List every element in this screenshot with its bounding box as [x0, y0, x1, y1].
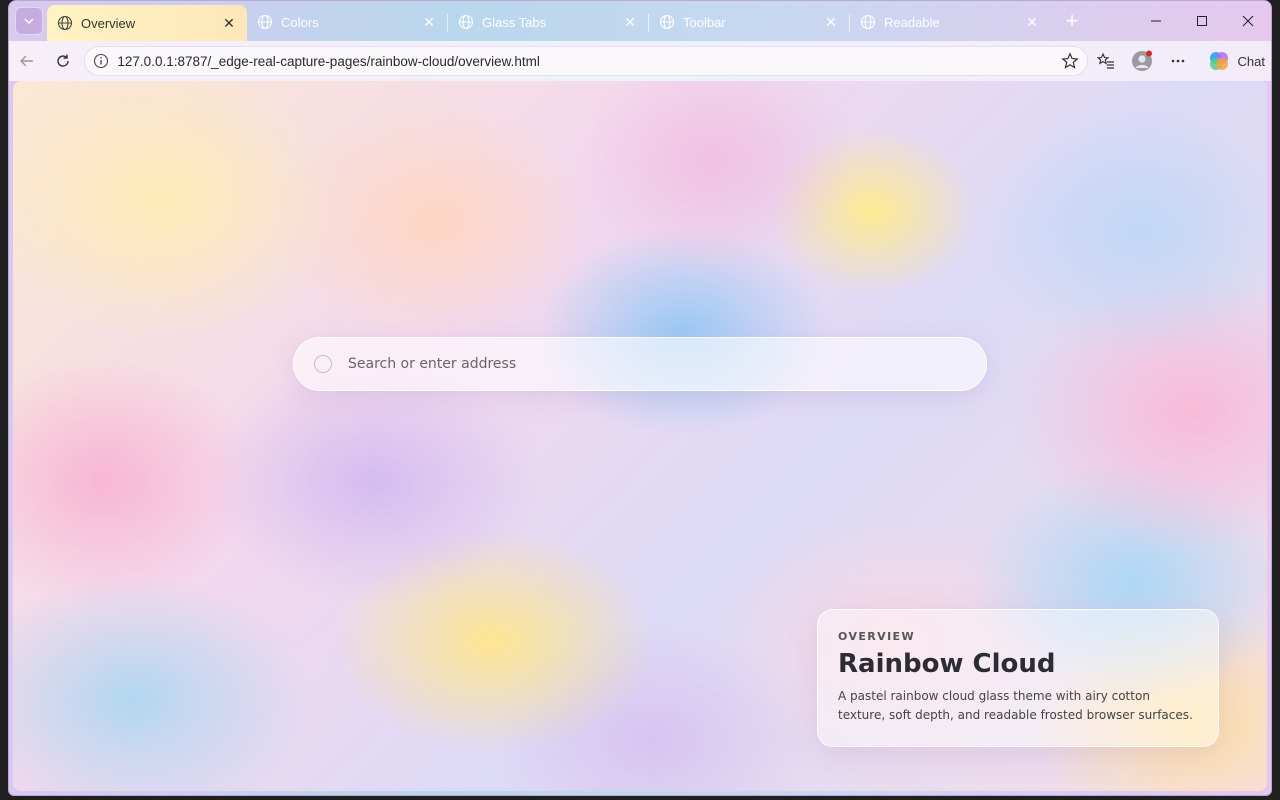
card-description: A pastel rainbow cloud glass theme with … [838, 689, 1193, 722]
globe-icon [860, 14, 876, 30]
tab-title: Readable [884, 14, 940, 30]
close-tab-icon[interactable]: ✕ [1024, 14, 1040, 30]
tab-title: Glass Tabs [482, 14, 547, 30]
close-tab-icon[interactable]: ✕ [823, 14, 839, 30]
tab-glass-tabs[interactable]: Glass Tabs ✕ [448, 5, 648, 39]
favorites-button[interactable] [1088, 45, 1124, 77]
card-title: Rainbow Cloud [838, 649, 1056, 679]
globe-icon [458, 14, 474, 30]
tab-strip: Overview ✕ Colors ✕ Glass Tabs ✕ Toolbar… [9, 1, 1271, 41]
desktop-background-left [0, 0, 8, 800]
minimize-icon [1151, 20, 1161, 22]
star-icon[interactable] [1061, 52, 1080, 70]
window-controls [1133, 1, 1271, 41]
globe-icon [257, 14, 273, 30]
browser-window: Overview ✕ Colors ✕ Glass Tabs ✕ Toolbar… [8, 0, 1272, 796]
card-eyebrow: OVERVIEW [838, 630, 916, 643]
browser-toolbar: 127.0.0.1:8787/_edge-real-capture-pages/… [9, 41, 1271, 81]
copilot-icon [1209, 52, 1228, 70]
chevron-down-icon [24, 18, 34, 25]
globe-icon [57, 15, 73, 31]
desktop-background-right [1272, 0, 1280, 800]
tab-title: Toolbar [683, 14, 726, 30]
search-input[interactable] [348, 356, 966, 372]
close-icon [1242, 15, 1254, 27]
close-tab-icon[interactable]: ✕ [221, 15, 237, 31]
minimize-button[interactable] [1133, 1, 1179, 41]
page-content: OVERVIEW Rainbow Cloud A pastel rainbow … [13, 81, 1267, 791]
favorites-icon [1097, 52, 1115, 69]
maximize-icon [1197, 16, 1207, 26]
tab-readable[interactable]: Readable ✕ [850, 5, 1050, 39]
back-button[interactable] [9, 45, 45, 77]
close-tab-icon[interactable]: ✕ [622, 14, 638, 30]
tab-toolbar[interactable]: Toolbar ✕ [649, 5, 849, 39]
search-icon [314, 355, 332, 373]
tab-actions-button[interactable] [15, 7, 43, 35]
refresh-icon [56, 54, 69, 67]
back-arrow-icon [19, 55, 33, 67]
refresh-button[interactable] [45, 45, 81, 77]
copilot-chat-button[interactable]: Chat [1202, 46, 1271, 76]
close-window-button[interactable] [1225, 1, 1271, 41]
more-icon [1171, 59, 1184, 63]
tab-title: Colors [281, 14, 319, 30]
address-url[interactable]: 127.0.0.1:8787/_edge-real-capture-pages/… [117, 54, 1061, 69]
avatar-icon [1131, 50, 1152, 71]
close-tab-icon[interactable]: ✕ [421, 14, 437, 30]
maximize-button[interactable] [1179, 1, 1225, 41]
tab-overview[interactable]: Overview ✕ [47, 5, 247, 41]
tab-colors[interactable]: Colors ✕ [247, 5, 447, 39]
info-icon[interactable] [93, 53, 109, 69]
profile-button[interactable] [1124, 45, 1160, 77]
search-box[interactable] [293, 337, 987, 391]
address-bar[interactable]: 127.0.0.1:8787/_edge-real-capture-pages/… [84, 46, 1089, 76]
more-options-button[interactable] [1160, 45, 1196, 77]
new-tab-button[interactable]: + [1056, 5, 1088, 37]
chat-label: Chat [1237, 53, 1265, 69]
overview-card: OVERVIEW Rainbow Cloud A pastel rainbow … [817, 609, 1219, 747]
globe-icon [659, 14, 675, 30]
tab-title: Overview [81, 15, 136, 31]
